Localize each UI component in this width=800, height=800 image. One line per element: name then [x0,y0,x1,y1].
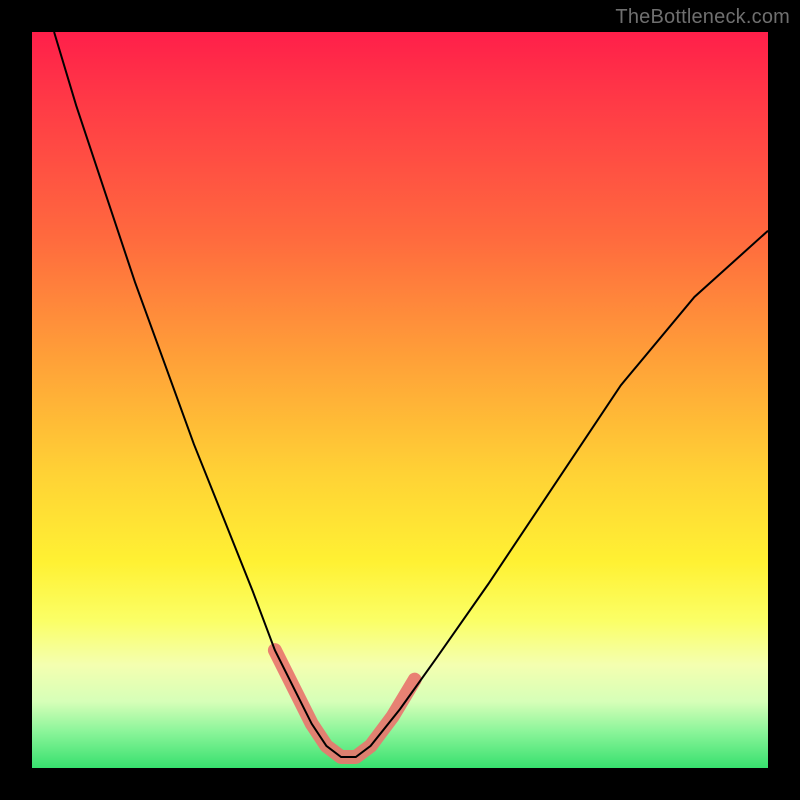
chart-frame: TheBottleneck.com [0,0,800,800]
optimal-range-highlight [275,650,415,757]
bottleneck-curve [54,32,768,757]
chart-overlay [32,32,768,768]
watermark-text: TheBottleneck.com [615,6,790,29]
